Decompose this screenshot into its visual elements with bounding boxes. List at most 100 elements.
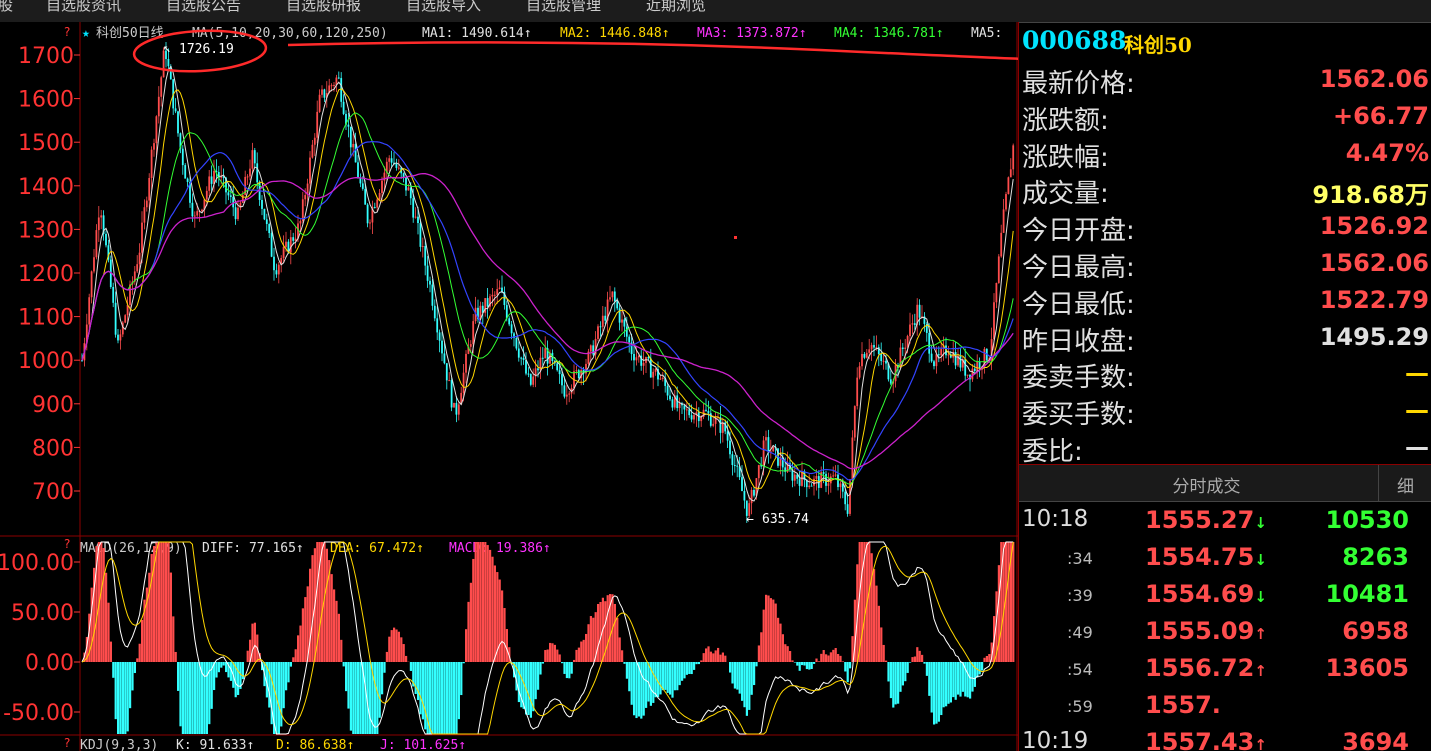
candle-body [208, 176, 211, 191]
macd-bar [241, 662, 244, 680]
candle-body [201, 209, 203, 212]
macd-bar [671, 662, 674, 698]
ma4-label: MA4: 1346.781↑ [834, 26, 944, 41]
macd-bar [289, 662, 292, 667]
candle-body [436, 318, 439, 333]
candle-body [839, 483, 842, 487]
candle-body [191, 202, 194, 217]
candle-body [930, 353, 933, 362]
macd-bar [781, 634, 784, 662]
kline-chart-area[interactable]: ★ 科创50日线 MA(5,10,20,30,60,120,250) MA1: … [0, 22, 1018, 751]
trade-price-value: 1557.43 [1145, 728, 1255, 751]
macd-bar [791, 660, 794, 662]
macd-bar [102, 548, 105, 662]
detail-button[interactable]: 细 [1379, 472, 1431, 497]
macd-bar [527, 662, 530, 715]
down-arrow-icon: ↓ [1254, 551, 1267, 569]
quote-row: 成交量: 918.68万 [1019, 172, 1431, 210]
macd-bar [755, 662, 758, 667]
macd-bar [450, 662, 453, 734]
quote-label: 今日开盘: [1022, 216, 1135, 247]
macd-bar [251, 623, 254, 662]
candle-body [313, 137, 316, 145]
candle-body [232, 196, 235, 208]
macd-bar [772, 599, 775, 662]
quote-value: 918.68万 [1312, 181, 1429, 210]
macd-bar [973, 662, 976, 687]
macd-bar [419, 662, 422, 715]
candle-body [798, 478, 801, 486]
macd-bar [808, 662, 811, 670]
macd-bar [395, 629, 398, 662]
macd-bar [652, 662, 655, 703]
kdj-help-icon[interactable]: ? [64, 736, 70, 750]
candle-body [1009, 169, 1012, 178]
candle-body [688, 409, 691, 416]
trade-price: 1557.43↑ [1145, 728, 1267, 751]
macd-bar [635, 662, 638, 719]
macd-bar [141, 619, 144, 662]
candle-body [143, 207, 146, 223]
macd-bar [741, 662, 744, 701]
candle-body [918, 304, 921, 318]
macd-bar [904, 662, 907, 682]
macd-bar [988, 654, 991, 662]
trade-row: :34 1554.75↓ 8263 [1019, 541, 1409, 577]
candle-body [693, 415, 695, 420]
help-icon[interactable]: ? [64, 25, 70, 39]
macd-bar [546, 649, 549, 662]
candle-body [441, 340, 443, 354]
candle-body [565, 394, 568, 397]
macd-bar [539, 662, 542, 675]
macd-bar [133, 662, 136, 674]
tab-research[interactable]: 自选股研报 [286, 0, 361, 15]
candle-body [1005, 194, 1007, 210]
kdj-k: K: 91.633↑ [176, 738, 254, 751]
candle-body [661, 377, 664, 379]
macd-bar [786, 646, 789, 662]
candle-body [426, 265, 429, 281]
candle-body [311, 144, 314, 158]
candle-body [465, 353, 467, 373]
candle-body [851, 437, 854, 480]
macd-bar [357, 662, 360, 734]
macd-bar [160, 542, 163, 662]
candle-body [707, 410, 710, 414]
candle-body [522, 358, 525, 360]
tab-0[interactable]: 股 [0, 0, 13, 15]
candle-body [889, 379, 892, 384]
macd-bar [923, 662, 926, 664]
candle-body [419, 223, 422, 247]
macd-bar [825, 654, 828, 662]
candle-body [911, 323, 914, 325]
macd-bar [745, 662, 748, 716]
candle-body [743, 491, 746, 501]
macd-bar [383, 662, 386, 673]
macd-bar [172, 616, 175, 662]
trade-price-value: 1557. [1145, 691, 1221, 719]
candle-body [762, 440, 765, 467]
macd-bar [769, 598, 772, 662]
quote-label: 委比: [1022, 437, 1083, 467]
candle-body [556, 363, 559, 371]
candle-body [765, 437, 767, 441]
tab-news[interactable]: 自选股资讯 [46, 0, 121, 15]
tab-import[interactable]: 自选股导入 [406, 0, 481, 15]
candle-body [997, 256, 1000, 283]
candle-body [561, 374, 563, 386]
tab-recent[interactable]: 近期浏览 [646, 0, 706, 15]
macd-bar [457, 662, 460, 720]
down-arrow-icon: ↓ [1254, 514, 1267, 532]
kdj-d: D: 86.638↑ [276, 738, 354, 751]
candle-body [498, 287, 501, 290]
candle-body [616, 301, 619, 309]
candle-body [885, 360, 887, 364]
tab-announcements[interactable]: 自选股公告 [166, 0, 241, 15]
quote-value: +66.77 [1332, 101, 1429, 130]
macd-bar [669, 662, 672, 695]
macd-help-icon[interactable]: ? [64, 537, 70, 551]
tab-manage[interactable]: 自选股管理 [526, 0, 601, 15]
macd-bar [191, 662, 194, 734]
candle-body [261, 199, 263, 209]
macd-bar [721, 652, 724, 662]
